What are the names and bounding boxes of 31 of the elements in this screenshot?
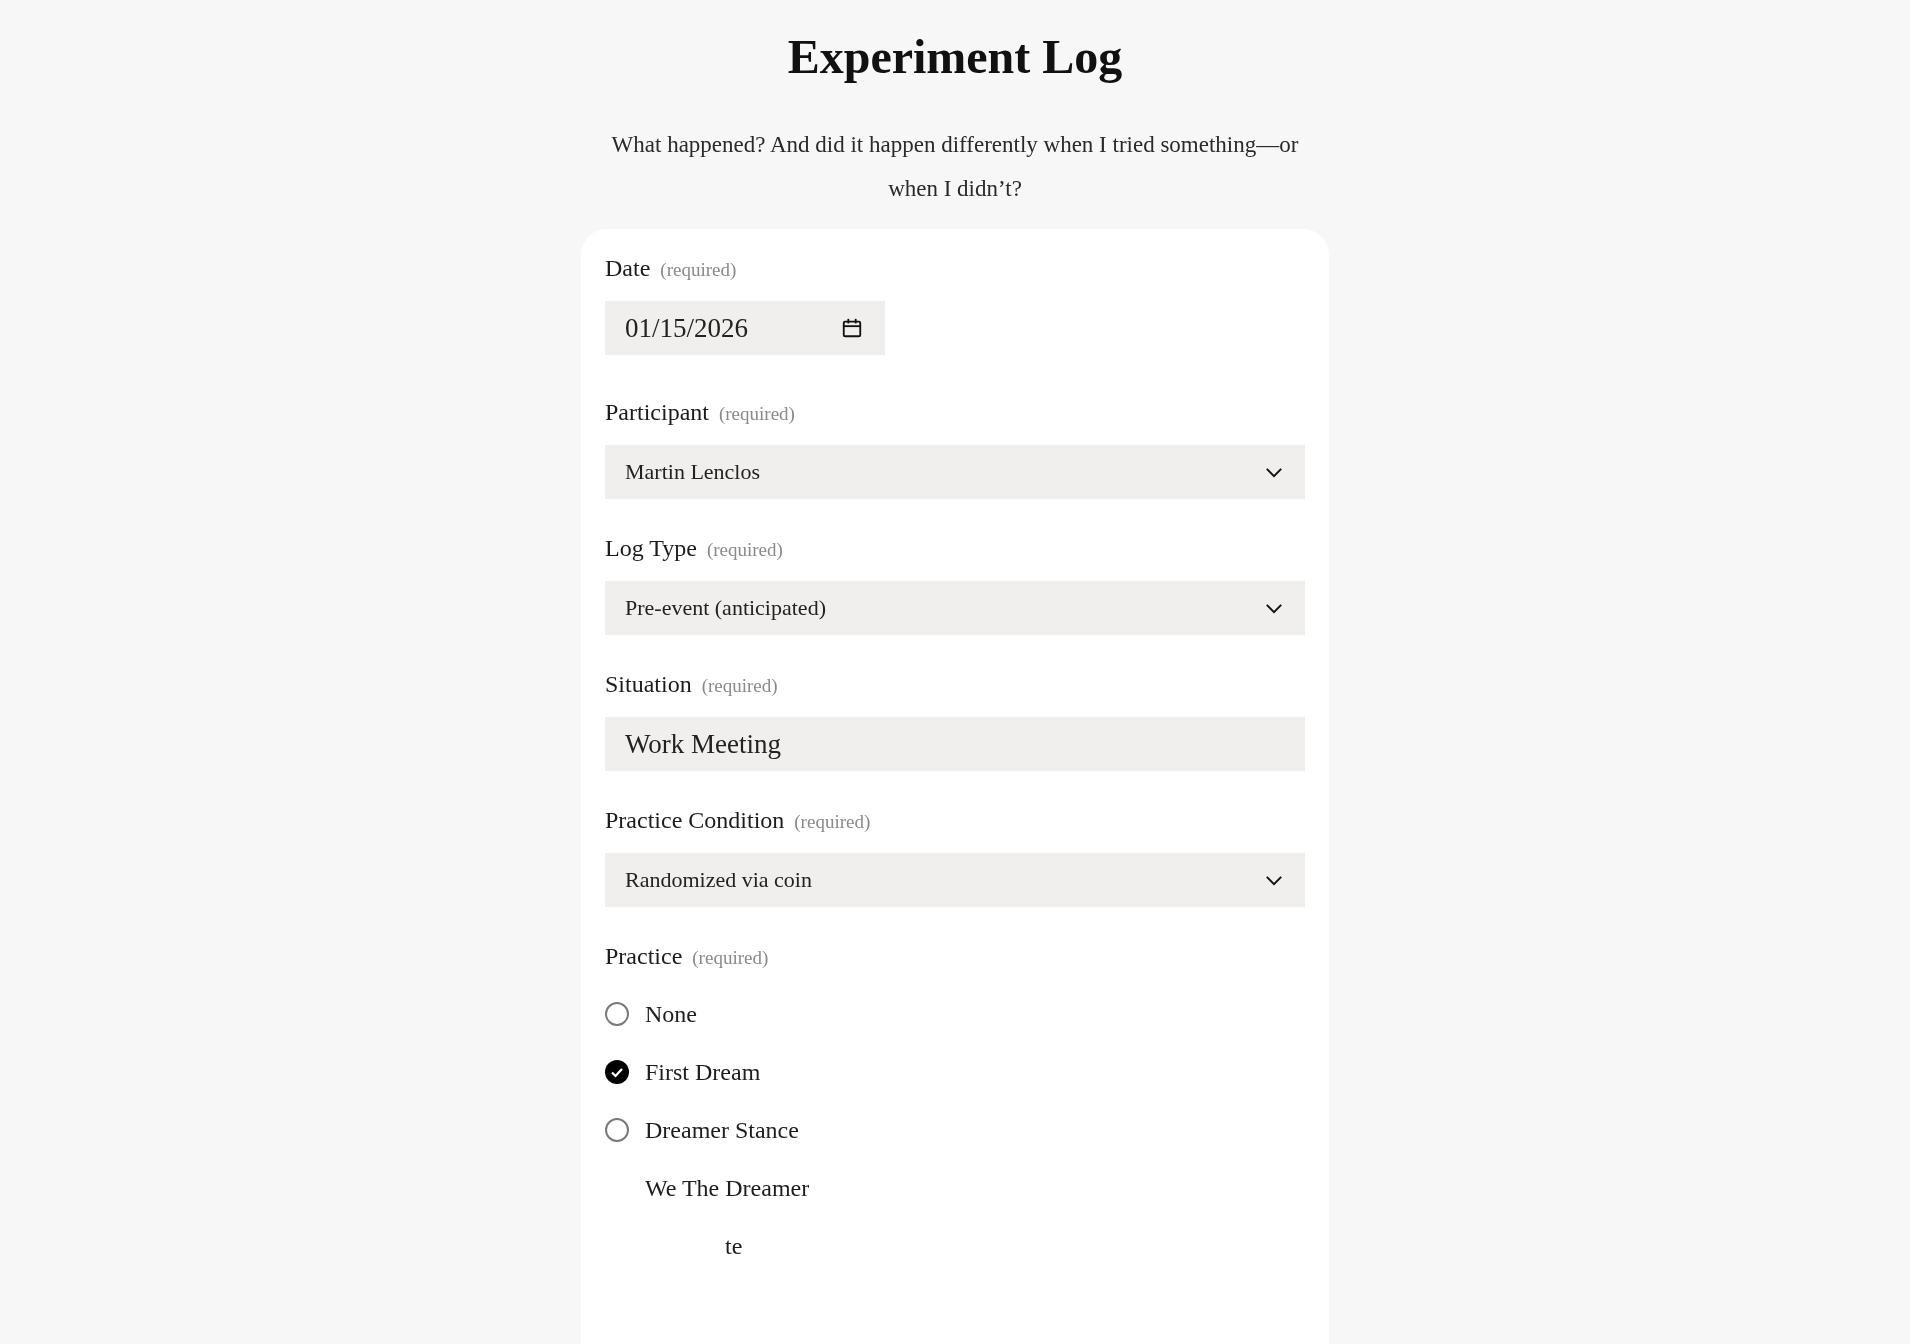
required-note: (required) — [706, 538, 783, 562]
chevron-down-icon[interactable] — [1265, 466, 1283, 478]
required-note: (required) — [701, 674, 778, 698]
dropdown-field[interactable]: Martin Lenclos — [605, 445, 1305, 499]
field-label: Situation — [605, 670, 692, 699]
option-label[interactable]: Dreamer Stance — [645, 1116, 799, 1144]
radio-button[interactable] — [605, 1002, 629, 1026]
text-field[interactable]: Work Meeting — [605, 717, 1305, 771]
option-label[interactable]: te — [725, 1232, 743, 1260]
dropdown-field[interactable]: Randomized via coin — [605, 853, 1305, 907]
calendar-icon[interactable] — [841, 317, 863, 339]
page-title: Experiment Log — [787, 29, 1123, 85]
chevron-down-icon[interactable] — [1265, 874, 1283, 886]
chevron-down-icon[interactable] — [1265, 602, 1283, 614]
required-note: (required) — [692, 946, 769, 970]
option-label[interactable]: None — [645, 1000, 697, 1028]
required-note: (required) — [660, 258, 737, 282]
radio-button[interactable] — [605, 1060, 629, 1084]
date-field[interactable]: 01/15/2026 — [605, 301, 885, 355]
required-note: (required) — [718, 402, 795, 426]
option-label[interactable]: First Dream — [645, 1058, 761, 1086]
field-label: Practice — [605, 942, 683, 971]
field-label: Practice Condition — [605, 806, 785, 835]
option-label[interactable]: We The Dreamer — [645, 1174, 810, 1202]
radio-button[interactable] — [605, 1118, 629, 1142]
dropdown-field[interactable]: Pre-event (anticipated) — [605, 581, 1305, 635]
field-label: Date — [605, 254, 651, 283]
field-label: Participant — [605, 398, 709, 427]
required-note: (required) — [794, 810, 871, 834]
page-subtitle: What happened? And did it happen differently when I tried something—or when I didn’t? — [610, 131, 1300, 203]
field-label: Log Type — [605, 534, 697, 563]
